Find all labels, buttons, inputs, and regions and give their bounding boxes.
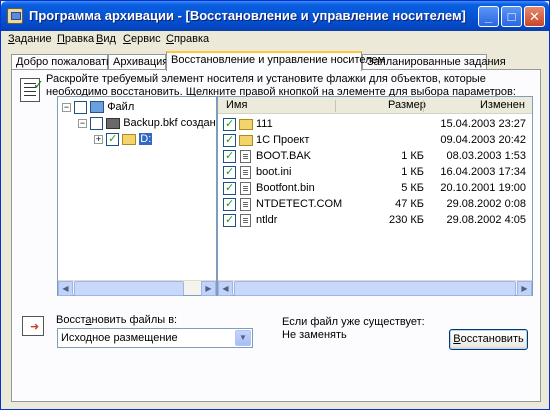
row-name: ntldr [256,214,278,226]
row-checkbox[interactable] [223,213,236,228]
scroll-thumb[interactable] [234,281,516,296]
tab-backup[interactable]: Архивация [108,54,168,70]
tree-checkbox-backup[interactable] [90,116,104,130]
expand-icon[interactable]: + [94,134,103,144]
tab-welcome[interactable]: Добро пожаловать! [11,54,115,70]
list-item[interactable]: Bootfont.bin 5 КБ 20.10.2001 19:00 [218,181,532,196]
menu-tools[interactable]: Сервис [123,33,161,45]
title-bar[interactable]: Программа архивации - [Восстановление и … [1,1,549,31]
backup-app-icon [7,8,23,24]
row-name: Bootfont.bin [256,182,315,194]
restore-location-value: Исходное размещение [61,332,178,344]
chevron-down-icon[interactable]: ▼ [235,330,251,346]
checklist-icon: ✓ [20,77,44,102]
row-modified: 29.08.2002 4:05 [446,214,526,226]
row-name: 111 [256,118,273,130]
tree-horizontal-scrollbar[interactable]: ◀ ▶ [58,280,216,296]
menu-view[interactable]: Вид [96,33,116,45]
file-icon [240,165,251,179]
menu-help[interactable]: Справка [166,33,209,45]
file-icon [240,181,251,195]
tab-strip: Добро пожаловать! Архивация Восстановлен… [11,51,541,71]
folder-icon [239,134,253,146]
row-checkbox[interactable] [223,181,236,196]
app-window: Программа архивации - [Восстановление и … [0,0,550,410]
tree-label-file: Файл [107,101,135,113]
menu-bar: Задание Правка Вид Сервис Справка [1,31,549,49]
if-exists-value: Не заменять [282,329,347,341]
minimize-button[interactable]: _ [478,6,499,27]
close-button[interactable]: ✕ [524,6,545,27]
drive-folder-icon [122,133,137,145]
folder-icon [239,118,253,130]
file-icon [240,213,251,227]
file-media-icon [90,101,105,114]
row-modified: 09.04.2003 20:42 [440,134,526,146]
row-size: 5 КБ [401,182,424,194]
list-horizontal-scrollbar[interactable]: ◀ ▶ [218,280,532,296]
list-item[interactable]: ntldr 230 КБ 29.08.2002 4:05 [218,213,532,228]
tree-checkbox-file[interactable] [74,100,88,114]
column-name[interactable]: Имя [226,99,247,111]
if-exists-label: Если файл уже существует: [282,316,425,328]
row-size: 1 КБ [401,166,424,178]
list-item[interactable]: 111 15.04.2003 23:27 [218,117,532,132]
backup-media-icon [106,117,121,129]
column-modified[interactable]: Изменен [480,99,525,111]
list-item[interactable]: NTDETECT.COM 47 КБ 29.08.2002 0:08 [218,197,532,212]
row-size: 230 КБ [388,214,424,226]
tree-checkbox-drive[interactable] [106,132,120,146]
file-list[interactable]: Имя Размер Изменен 111 15.04.2003 23:27 … [217,96,533,296]
row-name: NTDETECT.COM [256,198,343,210]
row-size: 47 КБ [395,198,424,210]
row-name: BOOT.BAK [256,150,312,162]
collapse-icon[interactable]: − [62,102,71,112]
restore-to-icon [22,316,44,336]
row-checkbox[interactable] [223,165,236,180]
restore-location-select[interactable]: Исходное размещение ▼ [57,328,253,348]
media-tree[interactable]: − Файл − Backup.bkf создан 1 + D: ◀ ▶ [57,96,225,296]
row-checkbox[interactable] [223,197,236,212]
list-item[interactable]: BOOT.BAK 1 КБ 08.03.2003 1:53 [218,149,532,164]
row-name: boot.ini [256,166,292,178]
tree-label-backup: Backup.bkf создан 1 [123,117,225,129]
column-size[interactable]: Размер [388,99,426,111]
file-icon [240,149,251,163]
menu-edit[interactable]: Правка [57,33,94,45]
file-icon [240,197,251,211]
row-modified: 15.04.2003 23:27 [440,118,526,130]
collapse-icon[interactable]: − [78,118,87,128]
row-modified: 08.03.2003 1:53 [446,150,526,162]
list-header: Имя Размер Изменен [218,97,532,114]
tree-item-file[interactable]: − Файл [62,100,134,114]
row-name: 1С Проект [256,134,310,146]
tree-label-drive: D: [139,133,153,145]
row-modified: 29.08.2002 0:08 [446,198,526,210]
row-modified: 20.10.2001 19:00 [440,182,526,194]
list-item[interactable]: boot.ini 1 КБ 16.04.2003 17:34 [218,165,532,180]
menu-job[interactable]: Задание [8,33,52,45]
tab-restore[interactable]: Восстановление и управление носителем [166,51,385,71]
row-checkbox[interactable] [223,117,236,132]
row-modified: 16.04.2003 17:34 [440,166,526,178]
scroll-left-icon[interactable]: ◀ [218,281,233,296]
maximize-button[interactable]: □ [501,6,522,27]
scroll-right-icon[interactable]: ▶ [517,281,532,296]
restore-to-label: Восстановить файлы в: [56,314,178,326]
window-title: Программа архивации - [Восстановление и … [29,8,466,23]
row-checkbox[interactable] [223,133,236,148]
scroll-thumb[interactable] [74,281,184,296]
row-checkbox[interactable] [223,149,236,164]
row-size: 1 КБ [401,150,424,162]
scroll-right-icon[interactable]: ▶ [201,281,216,296]
tree-item-drive[interactable]: + D: [94,132,153,146]
list-item[interactable]: 1С Проект 09.04.2003 20:42 [218,133,532,148]
tree-item-backup[interactable]: − Backup.bkf создан 1 [78,116,225,130]
scroll-left-icon[interactable]: ◀ [58,281,73,296]
restore-button[interactable]: Восстановить [449,329,528,350]
restore-panel: ✓ Раскройте требуемый элемент носителя и… [11,69,541,402]
